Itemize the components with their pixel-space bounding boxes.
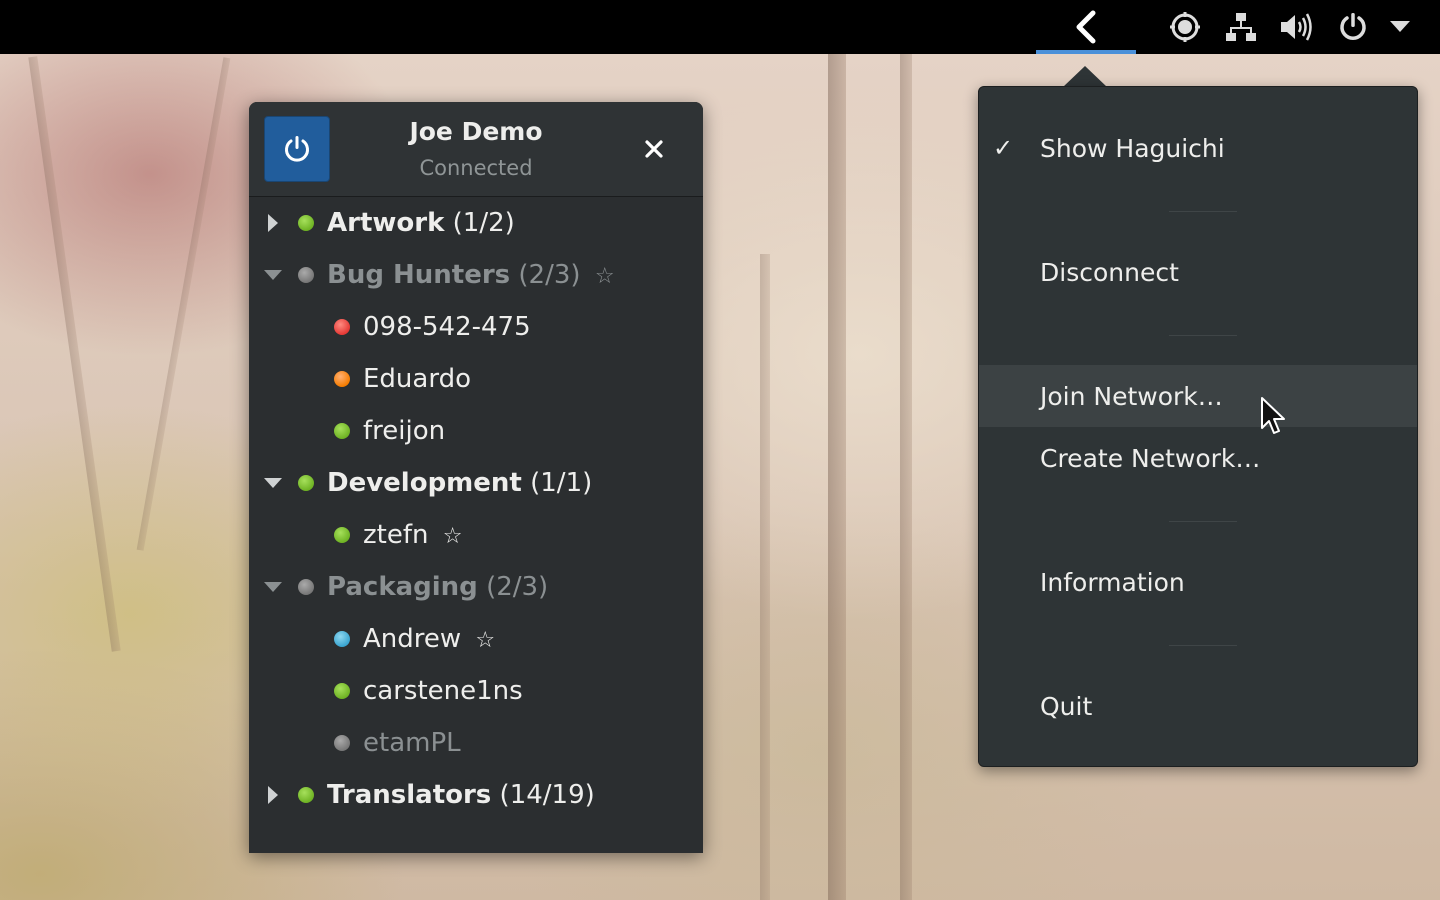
network-row-bug-hunters[interactable]: Bug Hunters (2/3) ☆: [249, 249, 703, 301]
menu-item-label: Disconnect: [1040, 257, 1179, 287]
network-row-development[interactable]: Development (1/1): [249, 457, 703, 509]
connection-power-button[interactable]: [264, 116, 330, 182]
status-online-icon: [298, 787, 314, 803]
app-menu: ✓ Show Haguichi Disconnect Join Network……: [978, 86, 1418, 767]
member-name: carstene1ns: [363, 676, 523, 706]
status-unreachable-icon: [334, 319, 350, 335]
status-online-icon: [334, 527, 350, 543]
check-mark-icon: ✓: [993, 134, 1014, 162]
menu-item-label: Create Network…: [1040, 443, 1261, 473]
menu-item-information[interactable]: Information: [979, 551, 1417, 613]
network-name: Packaging: [327, 572, 478, 602]
star-icon: ☆: [475, 628, 496, 653]
status-relayed-icon: [334, 371, 350, 387]
network-list: Artwork (1/2) Bug Hunters (2/3) ☆ 098-54…: [249, 197, 703, 821]
expander-expanded-icon[interactable]: [261, 249, 285, 301]
expander-collapsed-icon[interactable]: [261, 769, 285, 821]
star-icon: ☆: [442, 524, 463, 549]
network-member-count: (1/2): [452, 208, 515, 238]
close-button[interactable]: [637, 132, 671, 166]
volume-icon[interactable]: [1276, 0, 1316, 54]
member-row-andrew[interactable]: Andrew ☆: [249, 613, 703, 665]
network-member-count: (1/1): [530, 468, 593, 498]
menu-separator: [1169, 645, 1237, 646]
dropdown-arrow-icon[interactable]: [1386, 0, 1414, 54]
menu-item-label: Join Network…: [1040, 381, 1223, 411]
network-name: Artwork: [327, 208, 445, 238]
power-icon: [285, 136, 309, 162]
status-away-icon: [334, 631, 350, 647]
network-row-artwork[interactable]: Artwork (1/2): [249, 197, 703, 249]
menu-separator: [1169, 211, 1237, 212]
expander-expanded-icon[interactable]: [261, 457, 285, 509]
power-icon[interactable]: [1333, 0, 1373, 54]
member-name: freijon: [363, 416, 446, 446]
member-row-eduardo[interactable]: Eduardo: [249, 353, 703, 405]
menu-item-quit[interactable]: Quit: [979, 675, 1417, 737]
status-online-icon: [334, 423, 350, 439]
member-row-ztefn[interactable]: ztefn ☆: [249, 509, 703, 561]
menu-item-disconnect[interactable]: Disconnect: [979, 241, 1417, 303]
menu-pointer: [1063, 66, 1107, 87]
member-row-etampl[interactable]: etamPL: [249, 717, 703, 769]
network-member-count: (2/3): [486, 572, 549, 602]
member-name: 098-542-475: [363, 312, 531, 342]
menu-item-label: Information: [1040, 567, 1185, 597]
menu-separator: [1169, 335, 1237, 336]
status-online-icon: [334, 683, 350, 699]
member-row-freijon[interactable]: freijon: [249, 405, 703, 457]
member-name: etamPL: [363, 728, 461, 758]
active-indicator: [1036, 50, 1136, 54]
status-offline-icon: [298, 579, 314, 595]
status-offline-icon: [298, 267, 314, 283]
menu-item-show-haguichi[interactable]: ✓ Show Haguichi: [979, 117, 1417, 179]
header-bar: Joe Demo Connected: [249, 102, 703, 197]
network-member-count: (2/3): [518, 260, 581, 290]
expander-collapsed-icon[interactable]: [261, 197, 285, 249]
member-name: ztefn: [363, 520, 429, 550]
member-row-098-542-475[interactable]: 098-542-475: [249, 301, 703, 353]
member-name: Andrew: [363, 624, 462, 654]
network-member-count: (14/19): [499, 780, 595, 810]
member-row-carstene1ns[interactable]: carstene1ns: [249, 665, 703, 717]
network-row-packaging[interactable]: Packaging (2/3): [249, 561, 703, 613]
network-name: Development: [327, 468, 522, 498]
haguichi-window: Joe Demo Connected Artwork (1/2) Bug Hun…: [249, 102, 703, 853]
status-online-icon: [298, 475, 314, 491]
menu-item-label: Show Haguichi: [1040, 133, 1225, 163]
status-offline-icon: [334, 735, 350, 751]
top-bar: [0, 0, 1440, 54]
mouse-cursor-icon: [1260, 396, 1288, 440]
menu-item-join-network[interactable]: Join Network…: [979, 365, 1417, 427]
network-row-translators[interactable]: Translators (14/19): [249, 769, 703, 821]
network-icon[interactable]: [1221, 0, 1261, 54]
member-name: Eduardo: [363, 364, 471, 394]
network-name: Bug Hunters: [327, 260, 511, 290]
haguichi-icon[interactable]: [1165, 0, 1205, 54]
menu-separator: [1169, 521, 1237, 522]
star-icon: ☆: [594, 264, 615, 289]
window-subtitle: Connected: [419, 156, 533, 180]
menu-item-label: Quit: [1040, 691, 1093, 721]
status-online-icon: [298, 215, 314, 231]
back-chevron-icon[interactable]: [1036, 0, 1136, 54]
close-icon: [645, 140, 663, 158]
window-title: Joe Demo: [409, 117, 543, 146]
network-name: Translators: [327, 780, 492, 810]
menu-item-create-network[interactable]: Create Network…: [979, 427, 1417, 489]
expander-expanded-icon[interactable]: [261, 561, 285, 613]
